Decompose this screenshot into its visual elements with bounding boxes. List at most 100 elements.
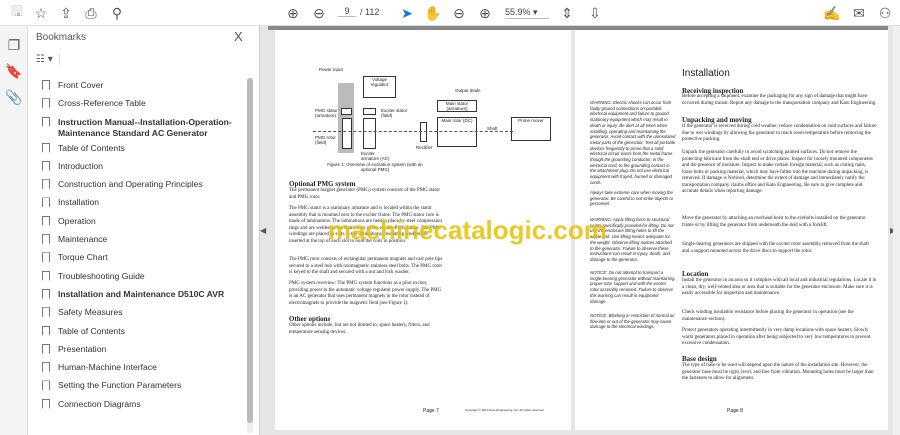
bookmark-icon (42, 215, 50, 226)
label-exciter-stator: Exciter stator (field) (381, 108, 408, 118)
bookmark-item[interactable]: Connection Diagrams (28, 397, 250, 415)
bookmark-icon (42, 362, 50, 373)
upload-cloud-icon[interactable]: ⇪ (57, 4, 75, 22)
label-power-input: Power input (319, 67, 343, 72)
email-icon[interactable]: ✉ (850, 4, 868, 22)
bookmarks-scrollbar[interactable] (247, 78, 253, 433)
box-pmg-rotor (342, 118, 352, 149)
print-icon[interactable]: ⎙ (82, 4, 100, 22)
bookmark-icon[interactable]: 🔖 (5, 62, 23, 80)
box-rectifier (420, 122, 427, 142)
bookmark-icon (42, 398, 50, 409)
bookmark-icon (42, 343, 50, 354)
bookmark-label: Operation (58, 215, 96, 226)
label-exciter-armature: Exciter armature (AC) (361, 151, 390, 161)
bookmark-item[interactable]: Cross-Reference Table (28, 96, 250, 114)
bookmark-icon (42, 160, 50, 171)
previous-page-icon[interactable]: ⊕ (284, 4, 302, 22)
label-rectifier: Rectifier (416, 145, 433, 150)
paragraph: The type of base to be used will depend … (682, 363, 874, 381)
paragraph: PMG system overview: The PMG system func… (289, 281, 442, 306)
bookmark-label: Table of Contents (58, 142, 125, 153)
bookmark-label: Construction and Operating Principles (58, 179, 203, 190)
bookmark-item[interactable]: Installation (28, 195, 250, 213)
bookmark-list: Front Cover Cross-Reference Table Instruct… (28, 78, 250, 415)
collapse-panel-arrow-icon[interactable]: ◀ (260, 226, 266, 235)
bookmark-item[interactable]: Safety Measures (28, 305, 250, 323)
scroll-mode-icon[interactable]: ⇩ (586, 4, 604, 22)
zoom-in-icon[interactable]: ⊕ (476, 4, 494, 22)
select-cursor-icon[interactable]: ➤ (398, 4, 416, 22)
bookmark-label: Presentation (58, 343, 107, 354)
bookmark-item[interactable]: Table of Contents (28, 324, 250, 342)
panel-title: Bookmarks (36, 32, 87, 43)
bookmark-item[interactable]: Torque Chart (28, 250, 250, 268)
bookmark-item[interactable]: Table of Contents (28, 141, 250, 159)
heading: Location (682, 270, 709, 278)
bookmark-label: Connection Diagrams (58, 398, 141, 409)
zoom-value: 55.9% (505, 7, 531, 17)
heading-other-options: Other options (289, 315, 331, 323)
box-main-stator: Main stator (armature) (437, 100, 477, 112)
bookmark-item[interactable]: Human-Machine Interface (28, 360, 250, 378)
bookmark-item[interactable]: Operation (28, 214, 250, 232)
paragraph: Protect generators operating intermitten… (682, 328, 871, 346)
bookmark-icon (42, 98, 50, 109)
page-thumbnails-icon[interactable]: ❐ (5, 36, 23, 54)
paragraph: Before accepting a shipment, examine the… (682, 94, 877, 106)
attachment-icon[interactable]: 📎 (5, 88, 23, 106)
bookmark-label: Troubleshooting Guide (58, 270, 145, 281)
page-number-input[interactable]: 9 (338, 6, 356, 17)
label-output-leads: Output leads (455, 88, 481, 93)
next-page-icon[interactable]: ⊖ (310, 4, 328, 22)
paragraph: If the generator is received during cold… (682, 124, 877, 142)
bookmark-item[interactable]: Introduction (28, 159, 250, 177)
bookmark-label: Torque Chart (58, 252, 108, 263)
page-8: Installation WARNING: Electric shocks ca… (575, 30, 888, 430)
zoom-level-dropdown[interactable]: 55.9% ▾ (505, 7, 549, 19)
box-main-rotor: Main rotor (DC) (437, 117, 477, 147)
paragraph: Move the generator by attaching an overh… (682, 216, 866, 228)
search-icon[interactable]: ⚲ (108, 4, 126, 22)
bookmark-label: Cross-Reference Table (58, 98, 146, 109)
bookmark-icon (42, 380, 50, 391)
bookmarks-panel: Bookmarks X ☷ ▾ Front Cover Cross-Referen… (28, 26, 260, 435)
sign-icon[interactable]: ✍ (823, 4, 841, 22)
bookmark-icon (42, 80, 50, 90)
bookmark-options-button[interactable]: ☷ ▾ (36, 54, 60, 65)
bookmark-item[interactable]: Presentation (28, 342, 250, 360)
label-pmg-stator: PMG stator (armature) (315, 108, 338, 118)
bookmark-item[interactable]: Maintenance (28, 232, 250, 250)
box-prime-mover: Prime mover (511, 117, 551, 141)
account-icon[interactable]: ⚇ (876, 4, 894, 22)
bookmark-label: Front Cover (58, 80, 104, 90)
bookmark-item[interactable]: Instruction Manual--Installation-Operati… (28, 115, 250, 141)
heading-optional-pmg: Optional PMG system (289, 180, 356, 188)
page-fit-icon[interactable]: ⇕ (558, 4, 576, 22)
hand-tool-icon[interactable]: ✋ (424, 4, 442, 22)
save-icon[interactable]: 🖫 (8, 3, 26, 22)
watermark: machinecatalogic.com (328, 215, 607, 245)
side-rail: ❐ 🔖 📎 (0, 26, 28, 435)
paragraph: Install the generator in an area so it c… (682, 278, 877, 296)
page-title: Installation (682, 68, 730, 79)
bookmark-label: Installation and Maintenance D510C AVR (58, 288, 225, 299)
close-icon[interactable]: X (234, 29, 243, 44)
bookmark-label: Instruction Manual--Installation-Operati… (58, 116, 232, 138)
box-voltage-regulator: Voltage regulator (363, 76, 396, 98)
bookmark-icon (42, 116, 50, 127)
bookmark-item[interactable]: Troubleshooting Guide (28, 269, 250, 287)
bookmark-item[interactable]: Front Cover (28, 78, 250, 96)
bookmark-label: Maintenance (58, 234, 108, 245)
bookmark-item[interactable]: Installation and Maintenance D510C AVR (28, 287, 250, 305)
page-total: / 112 (360, 7, 380, 17)
bookmark-label: Table of Contents (58, 325, 125, 336)
caution-moving: Always take extreme care when moving the… (590, 190, 674, 207)
document-scrollbar[interactable] (893, 26, 900, 435)
box-exciter-stator (363, 108, 376, 115)
zoom-out-icon[interactable]: ⊖ (450, 4, 468, 22)
bookmark-item[interactable]: Setting the Function Parameters (28, 378, 250, 396)
paragraph: Check winding insulation resistance befo… (682, 310, 854, 322)
bookmark-item[interactable]: Construction and Operating Principles (28, 177, 250, 195)
star-icon[interactable]: ☆ (32, 4, 50, 22)
